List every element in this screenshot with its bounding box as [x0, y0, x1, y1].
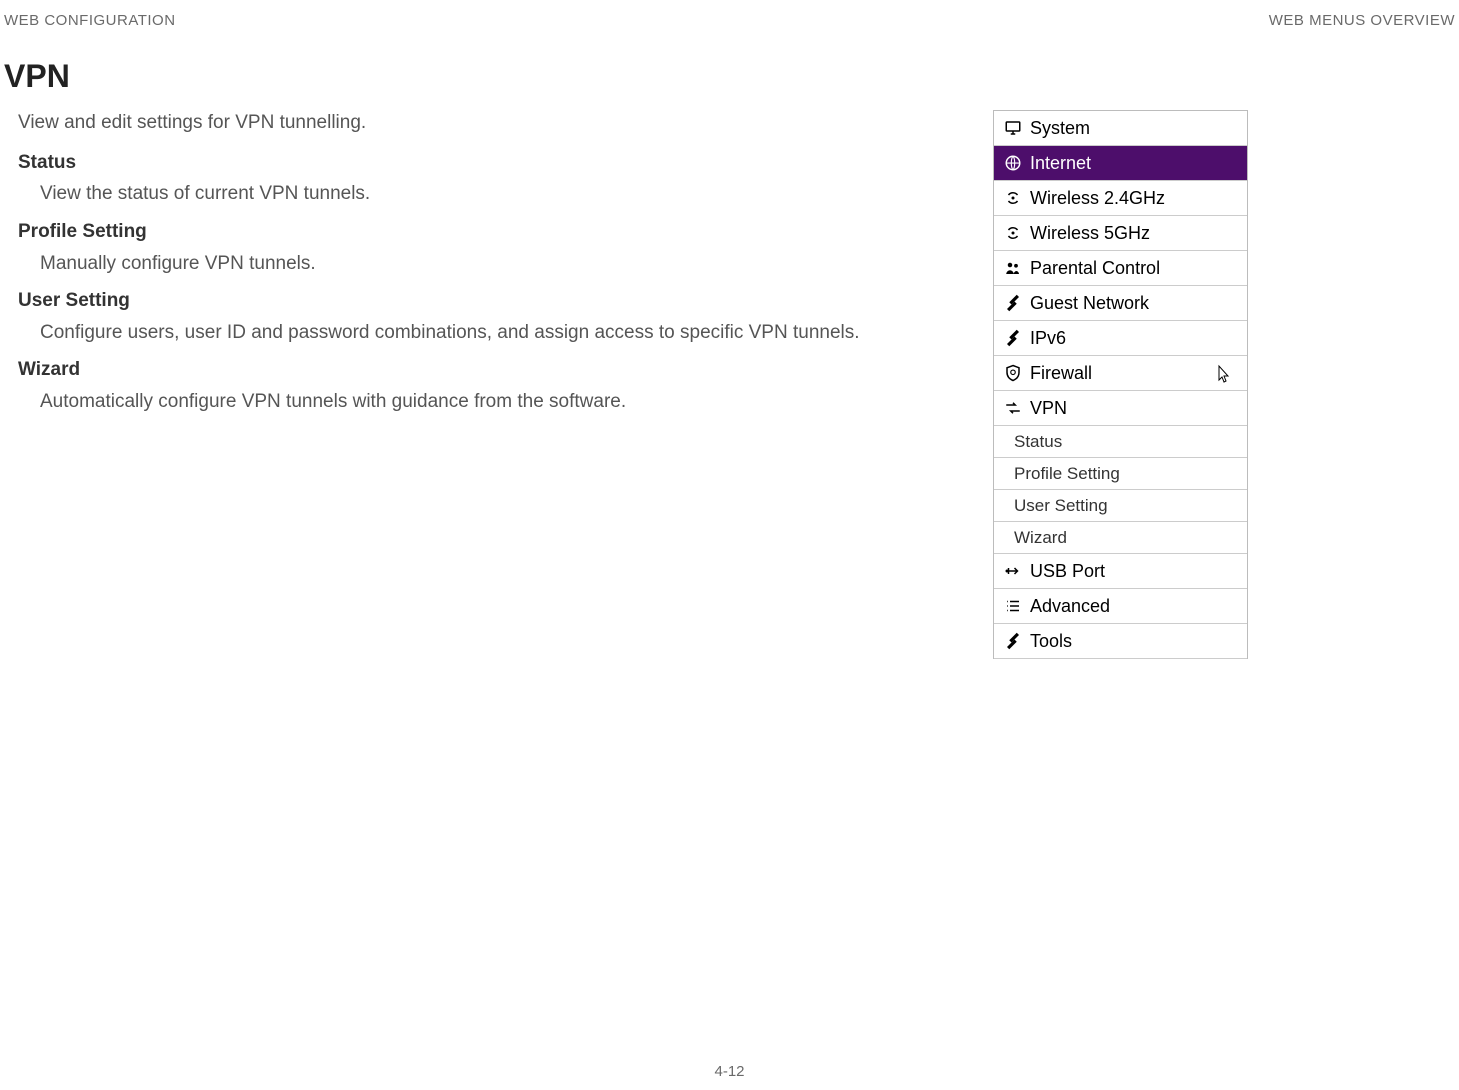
submenu-label: User Setting [1014, 496, 1108, 516]
intro-text: View and edit settings for VPN tunnellin… [18, 110, 958, 136]
subdesc-profile: Manually configure VPN tunnels. [40, 251, 958, 277]
menu-label: Wireless 5GHz [1026, 223, 1150, 244]
subheading-profile: Profile Setting [18, 219, 958, 245]
header-right: WEB MENUS OVERVIEW [1269, 12, 1455, 29]
menu-label: System [1026, 118, 1090, 139]
submenu-label: Status [1014, 432, 1062, 452]
menu-item-internet[interactable]: Internet [994, 146, 1247, 181]
menu-item-wireless5[interactable]: Wireless 5GHz [994, 216, 1247, 251]
subdesc-user: Configure users, user ID and password co… [40, 320, 958, 346]
people-icon [1000, 259, 1026, 277]
menu-item-parental[interactable]: Parental Control [994, 251, 1247, 286]
tools-icon [1000, 329, 1026, 347]
tools-icon [1000, 294, 1026, 312]
menu-item-firewall[interactable]: Firewall [994, 356, 1247, 391]
page-number: 4-12 [0, 1063, 1459, 1080]
globe-icon [1000, 154, 1026, 172]
section-title: VPN [4, 58, 70, 95]
list-icon [1000, 597, 1026, 615]
menu-item-vpn[interactable]: VPN [994, 391, 1247, 426]
menu-label: IPv6 [1026, 328, 1066, 349]
tools-icon [1000, 632, 1026, 650]
menu-label: USB Port [1026, 561, 1105, 582]
menu-item-usb[interactable]: USB Port [994, 554, 1247, 589]
subdesc-wizard: Automatically configure VPN tunnels with… [40, 389, 958, 415]
menu-item-ipv6[interactable]: IPv6 [994, 321, 1247, 356]
submenu-profile[interactable]: Profile Setting [994, 458, 1247, 490]
menu-item-advanced[interactable]: Advanced [994, 589, 1247, 624]
menu-label: Internet [1026, 153, 1091, 174]
submenu-label: Wizard [1014, 528, 1067, 548]
menu-item-guest[interactable]: Guest Network [994, 286, 1247, 321]
submenu-status[interactable]: Status [994, 426, 1247, 458]
menu-label: Guest Network [1026, 293, 1149, 314]
header-left: WEB CONFIGURATION [4, 12, 176, 29]
arrows-icon [1000, 399, 1026, 417]
cursor-icon [1213, 364, 1233, 388]
submenu-wizard[interactable]: Wizard [994, 522, 1247, 554]
menu-item-system[interactable]: System [994, 111, 1247, 146]
nav-menu: System Internet Wireless 2.4GHz Wireless… [993, 110, 1248, 659]
submenu-label: Profile Setting [1014, 464, 1120, 484]
menu-label: VPN [1026, 398, 1067, 419]
content-body: View and edit settings for VPN tunnellin… [18, 110, 958, 427]
menu-label: Wireless 2.4GHz [1026, 188, 1165, 209]
menu-item-tools[interactable]: Tools [994, 624, 1247, 659]
monitor-icon [1000, 119, 1026, 137]
subheading-user: User Setting [18, 288, 958, 314]
shield-icon [1000, 364, 1026, 382]
menu-label: Parental Control [1026, 258, 1160, 279]
usb-icon [1000, 562, 1026, 580]
signal-icon [1000, 224, 1026, 242]
submenu-user[interactable]: User Setting [994, 490, 1247, 522]
subdesc-status: View the status of current VPN tunnels. [40, 181, 958, 207]
signal-icon [1000, 189, 1026, 207]
menu-label: Tools [1026, 631, 1072, 652]
menu-label: Advanced [1026, 596, 1110, 617]
subheading-status: Status [18, 150, 958, 176]
menu-label: Firewall [1026, 363, 1092, 384]
menu-item-wireless24[interactable]: Wireless 2.4GHz [994, 181, 1247, 216]
subheading-wizard: Wizard [18, 357, 958, 383]
